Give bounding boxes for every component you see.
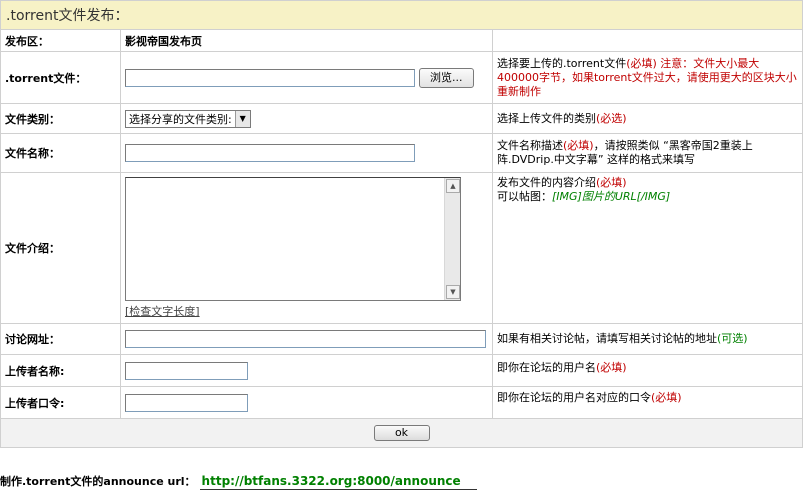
category-label: 文件类别： (0, 103, 121, 134)
ok-button[interactable]: ok (373, 425, 430, 441)
announce-line: 制作.torrent文件的announce url： http://btfans.… (0, 473, 477, 490)
check-length-link[interactable]: [检查文字长度] (125, 305, 200, 318)
filename-input[interactable] (125, 144, 415, 162)
torrent-file-hint: 选择要上传的.torrent文件(必填) 注意：文件大小最大400000字节，如… (491, 51, 803, 104)
description-scrollbar[interactable]: ▲ ▼ (444, 178, 460, 300)
category-select[interactable]: 选择分享的文件类别: ▼ (125, 109, 251, 128)
chevron-down-icon[interactable]: ▼ (234, 110, 250, 127)
description-label: 文件介绍： (0, 172, 121, 324)
upload-form: .torrent文件发布： 发布区： 影视帝国发布页 .torrent文件： 浏… (0, 0, 803, 448)
password-hint-tag: (必填) (651, 391, 682, 404)
password-label: 上传者口令: (0, 386, 121, 419)
form-header: .torrent文件发布： (0, 0, 803, 30)
discussion-label: 讨论网址： (0, 323, 121, 355)
description-hint-line2: 可以帖图： (497, 190, 552, 203)
filename-hint-tag: (必填) (563, 139, 594, 152)
password-hint-main: 即你在论坛的用户名对应的口令 (497, 391, 651, 404)
uploader-hint-main: 即你在论坛的用户名 (497, 361, 596, 374)
uploader-hint-tag: (必填) (596, 361, 627, 374)
announce-label: 制作.torrent文件的announce url： (0, 475, 196, 488)
filename-hint-pre: 文件名称描述 (497, 139, 563, 152)
filename-label: 文件名称： (0, 133, 121, 173)
discussion-hint-main: 如果有相关讨论帖，请填写相关讨论帖的地址 (497, 332, 717, 345)
scroll-down-icon[interactable]: ▼ (446, 285, 460, 299)
browse-button[interactable]: 浏览... (419, 67, 474, 88)
uploader-hint: 即你在论坛的用户名(必填) (491, 354, 803, 387)
description-hint-img: [IMG]图片的URL[/IMG] (552, 190, 671, 203)
torrent-hint-main: 选择要上传的.torrent文件 (497, 56, 627, 70)
password-input[interactable] (125, 393, 248, 412)
torrent-file-path-input[interactable] (125, 68, 415, 87)
password-hint: 即你在论坛的用户名对应的口令(必填) (491, 386, 803, 419)
torrent-hint-required: (必填) (626, 56, 657, 70)
description-hint: 发布文件的内容介绍(必填) 可以帖图：[IMG]图片的URL[/IMG] (491, 172, 803, 324)
description-textarea[interactable]: ▲ ▼ (125, 177, 461, 301)
uploader-label: 上传者名称: (0, 354, 121, 387)
form-footer: ok (0, 418, 803, 448)
description-hint-main: 发布文件的内容介绍 (497, 176, 596, 189)
category-selected-value: 选择分享的文件类别: (129, 112, 232, 126)
section-value: 影视帝国发布页 (120, 29, 493, 52)
discussion-hint-tag: (可选) (717, 332, 748, 345)
category-hint-tag: (必选) (596, 111, 627, 125)
description-hint-tag: (必填) (596, 176, 627, 189)
uploader-name-input[interactable] (125, 361, 248, 380)
form-title: .torrent文件发布： (6, 8, 129, 24)
category-hint-main: 选择上传文件的类别 (497, 111, 596, 125)
discussion-hint: 如果有相关讨论帖，请填写相关讨论帖的地址(可选) (491, 323, 803, 355)
category-hint: 选择上传文件的类别(必选) (491, 103, 803, 134)
scroll-up-icon[interactable]: ▲ (446, 179, 460, 193)
section-label: 发布区： (0, 29, 121, 52)
announce-url: http://btfans.3322.org:8000/announce (199, 474, 477, 490)
section-hint-cell (491, 29, 803, 52)
torrent-file-label: .torrent文件： (0, 51, 121, 104)
filename-hint: 文件名称描述(必填)，请按照类似 “黑客帝国2重装上阵.DVDrip.中文字幕”… (491, 133, 803, 173)
discussion-url-input[interactable] (125, 330, 486, 348)
